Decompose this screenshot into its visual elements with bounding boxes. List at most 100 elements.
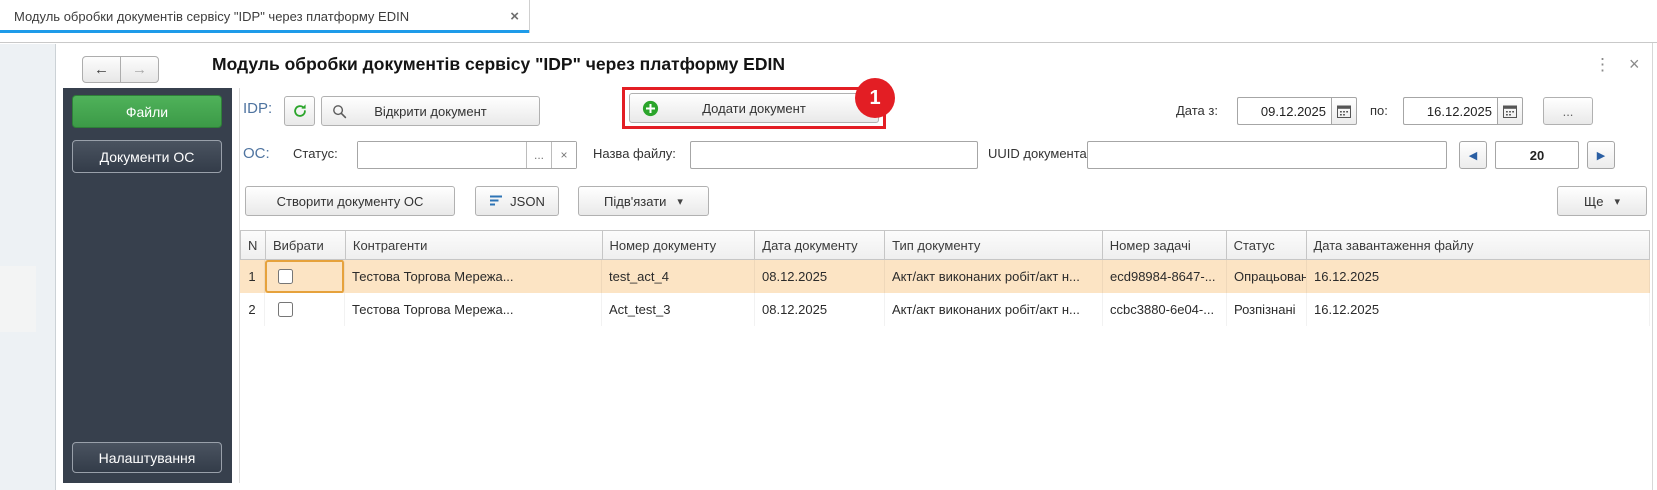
cell-doc-number[interactable]: test_act_4 <box>602 260 755 293</box>
back-button[interactable]: ← <box>82 56 121 83</box>
add-document-button[interactable]: Додати документ <box>629 93 879 123</box>
window-close-icon[interactable]: × <box>1629 54 1640 75</box>
status-label: Статус: <box>293 146 338 161</box>
table-header-row: N Вибрати Контрагенти Номер документу Да… <box>240 230 1650 260</box>
status-choose-button[interactable]: ... <box>526 142 551 168</box>
tab-idp-module[interactable]: Модуль обробки документів сервісу "IDP" … <box>0 0 530 33</box>
app-page: Модуль обробки документів сервісу "IDP" … <box>0 0 1657 490</box>
bind-label: Підв'язати <box>604 194 666 209</box>
table-row[interactable]: 2 Тестова Торгова Мережа... Act_test_3 0… <box>240 293 1650 326</box>
bind-button[interactable]: Підв'язати ▾ <box>578 186 709 216</box>
annotation-highlight-box: Додати документ <box>622 87 886 129</box>
more-actions-button[interactable]: Ще ▾ <box>1557 186 1647 216</box>
filename-label: Назва файлу: <box>593 146 676 161</box>
refresh-icon <box>292 103 308 119</box>
date-from-label: Дата з: <box>1176 103 1218 118</box>
history-nav: ← → <box>82 56 159 83</box>
kebab-menu-icon[interactable]: ⋮ <box>1594 55 1611 75</box>
tab-bar: Модуль обробки документів сервісу "IDP" … <box>0 0 1657 43</box>
json-icon <box>489 194 503 208</box>
date-to-label: по: <box>1370 103 1388 118</box>
status-field-group: ... × <box>357 141 577 169</box>
open-document-button[interactable]: Відкрити документ <box>321 96 540 126</box>
row-checkbox[interactable] <box>278 269 293 284</box>
cell-contragent[interactable]: Тестова Торгова Мережа... <box>345 260 602 293</box>
next-page-icon: ▶ <box>1597 149 1605 162</box>
date-from-group <box>1237 97 1357 125</box>
caret-down-icon: ▾ <box>1614 195 1620 208</box>
column-header-task-number[interactable]: Номер задачі <box>1103 231 1227 259</box>
annotation-step-badge: 1 <box>855 78 895 118</box>
cell-select[interactable] <box>265 293 345 326</box>
status-clear-icon[interactable]: × <box>551 142 576 168</box>
column-header-doc-date[interactable]: Дата документу <box>755 231 885 259</box>
cell-select[interactable] <box>265 260 345 293</box>
sidebar: Файли Документи ОС Налаштування <box>63 88 232 483</box>
prev-page-icon: ◀ <box>1469 149 1477 162</box>
calendar-icon <box>1503 105 1517 118</box>
column-header-doc-type[interactable]: Тип документу <box>885 231 1103 259</box>
sidebar-item-files[interactable]: Файли <box>72 95 222 128</box>
page-title: Модуль обробки документів сервісу "IDP" … <box>212 54 785 75</box>
date-to-input[interactable] <box>1403 97 1497 125</box>
module-window: ← → Модуль обробки документів сервісу "I… <box>57 43 1653 490</box>
uuid-input[interactable] <box>1087 141 1447 169</box>
date-more-button[interactable]: ... <box>1543 97 1593 125</box>
cell-status[interactable]: Розпізнані <box>1227 293 1307 326</box>
status-input[interactable] <box>358 142 526 168</box>
tab-title: Модуль обробки документів сервісу "IDP" … <box>14 9 500 24</box>
os-group-label: ОС: <box>243 145 270 162</box>
date-from-input[interactable] <box>1237 97 1331 125</box>
calendar-button[interactable] <box>1497 97 1523 125</box>
cell-upload-date[interactable]: 16.12.2025 <box>1307 260 1650 293</box>
refresh-button[interactable] <box>284 96 315 126</box>
column-header-status[interactable]: Статус <box>1227 231 1307 259</box>
cell-doc-date[interactable]: 08.12.2025 <box>755 260 885 293</box>
column-header-select[interactable]: Вибрати <box>266 231 346 259</box>
background-panel-fragment <box>0 266 36 332</box>
more-label: Ще <box>1584 194 1603 209</box>
column-header-upload-date[interactable]: Дата завантаження файлу <box>1307 231 1649 259</box>
row-checkbox[interactable] <box>278 302 293 317</box>
search-icon <box>332 104 347 119</box>
table-row[interactable]: 1 Тестова Торгова Мережа... test_act_4 0… <box>240 260 1650 293</box>
sidebar-item-settings[interactable]: Налаштування <box>72 442 222 473</box>
json-label: JSON <box>510 194 545 209</box>
column-header-n[interactable]: N <box>241 231 266 259</box>
forward-arrow-icon: → <box>132 61 147 78</box>
documents-table: N Вибрати Контрагенти Номер документу Да… <box>240 230 1650 326</box>
column-header-contragents[interactable]: Контрагенти <box>346 231 603 259</box>
page-size-input[interactable] <box>1495 141 1579 169</box>
calendar-icon <box>1337 105 1351 118</box>
filename-input[interactable] <box>690 141 978 169</box>
app-background-strip <box>0 44 56 490</box>
active-tab-indicator <box>0 30 529 33</box>
cell-doc-type[interactable]: Акт/акт виконаних робіт/акт н... <box>885 293 1103 326</box>
cell-doc-date[interactable]: 08.12.2025 <box>755 293 885 326</box>
json-button[interactable]: JSON <box>475 186 559 216</box>
back-arrow-icon: ← <box>94 61 109 78</box>
cell-contragent[interactable]: Тестова Торгова Мережа... <box>345 293 602 326</box>
calendar-button[interactable] <box>1331 97 1357 125</box>
prev-page-button[interactable]: ◀ <box>1459 141 1487 169</box>
column-header-doc-number[interactable]: Номер документу <box>603 231 756 259</box>
date-to-group <box>1403 97 1523 125</box>
cell-upload-date[interactable]: 16.12.2025 <box>1307 293 1650 326</box>
create-os-document-button[interactable]: Створити документу ОС <box>245 186 455 216</box>
cell-doc-type[interactable]: Акт/акт виконаних робіт/акт н... <box>885 260 1103 293</box>
plus-icon <box>642 100 659 117</box>
cell-status[interactable]: Опрацьовані <box>1227 260 1307 293</box>
open-document-label: Відкрити документ <box>374 104 486 119</box>
cell-task-number[interactable]: ccbc3880-6e04-... <box>1103 293 1227 326</box>
cell-n[interactable]: 2 <box>240 293 265 326</box>
uuid-label: UUID документа: <box>988 146 1090 161</box>
next-page-button[interactable]: ▶ <box>1587 141 1615 169</box>
idp-group-label: IDP: <box>243 100 272 117</box>
sidebar-item-os-documents[interactable]: Документи ОС <box>72 140 222 173</box>
caret-down-icon: ▾ <box>677 195 683 208</box>
cell-n[interactable]: 1 <box>240 260 265 293</box>
cell-doc-number[interactable]: Act_test_3 <box>602 293 755 326</box>
tab-close-icon[interactable]: × <box>510 9 519 24</box>
forward-button[interactable]: → <box>120 56 159 83</box>
cell-task-number[interactable]: ecd98984-8647-... <box>1103 260 1227 293</box>
